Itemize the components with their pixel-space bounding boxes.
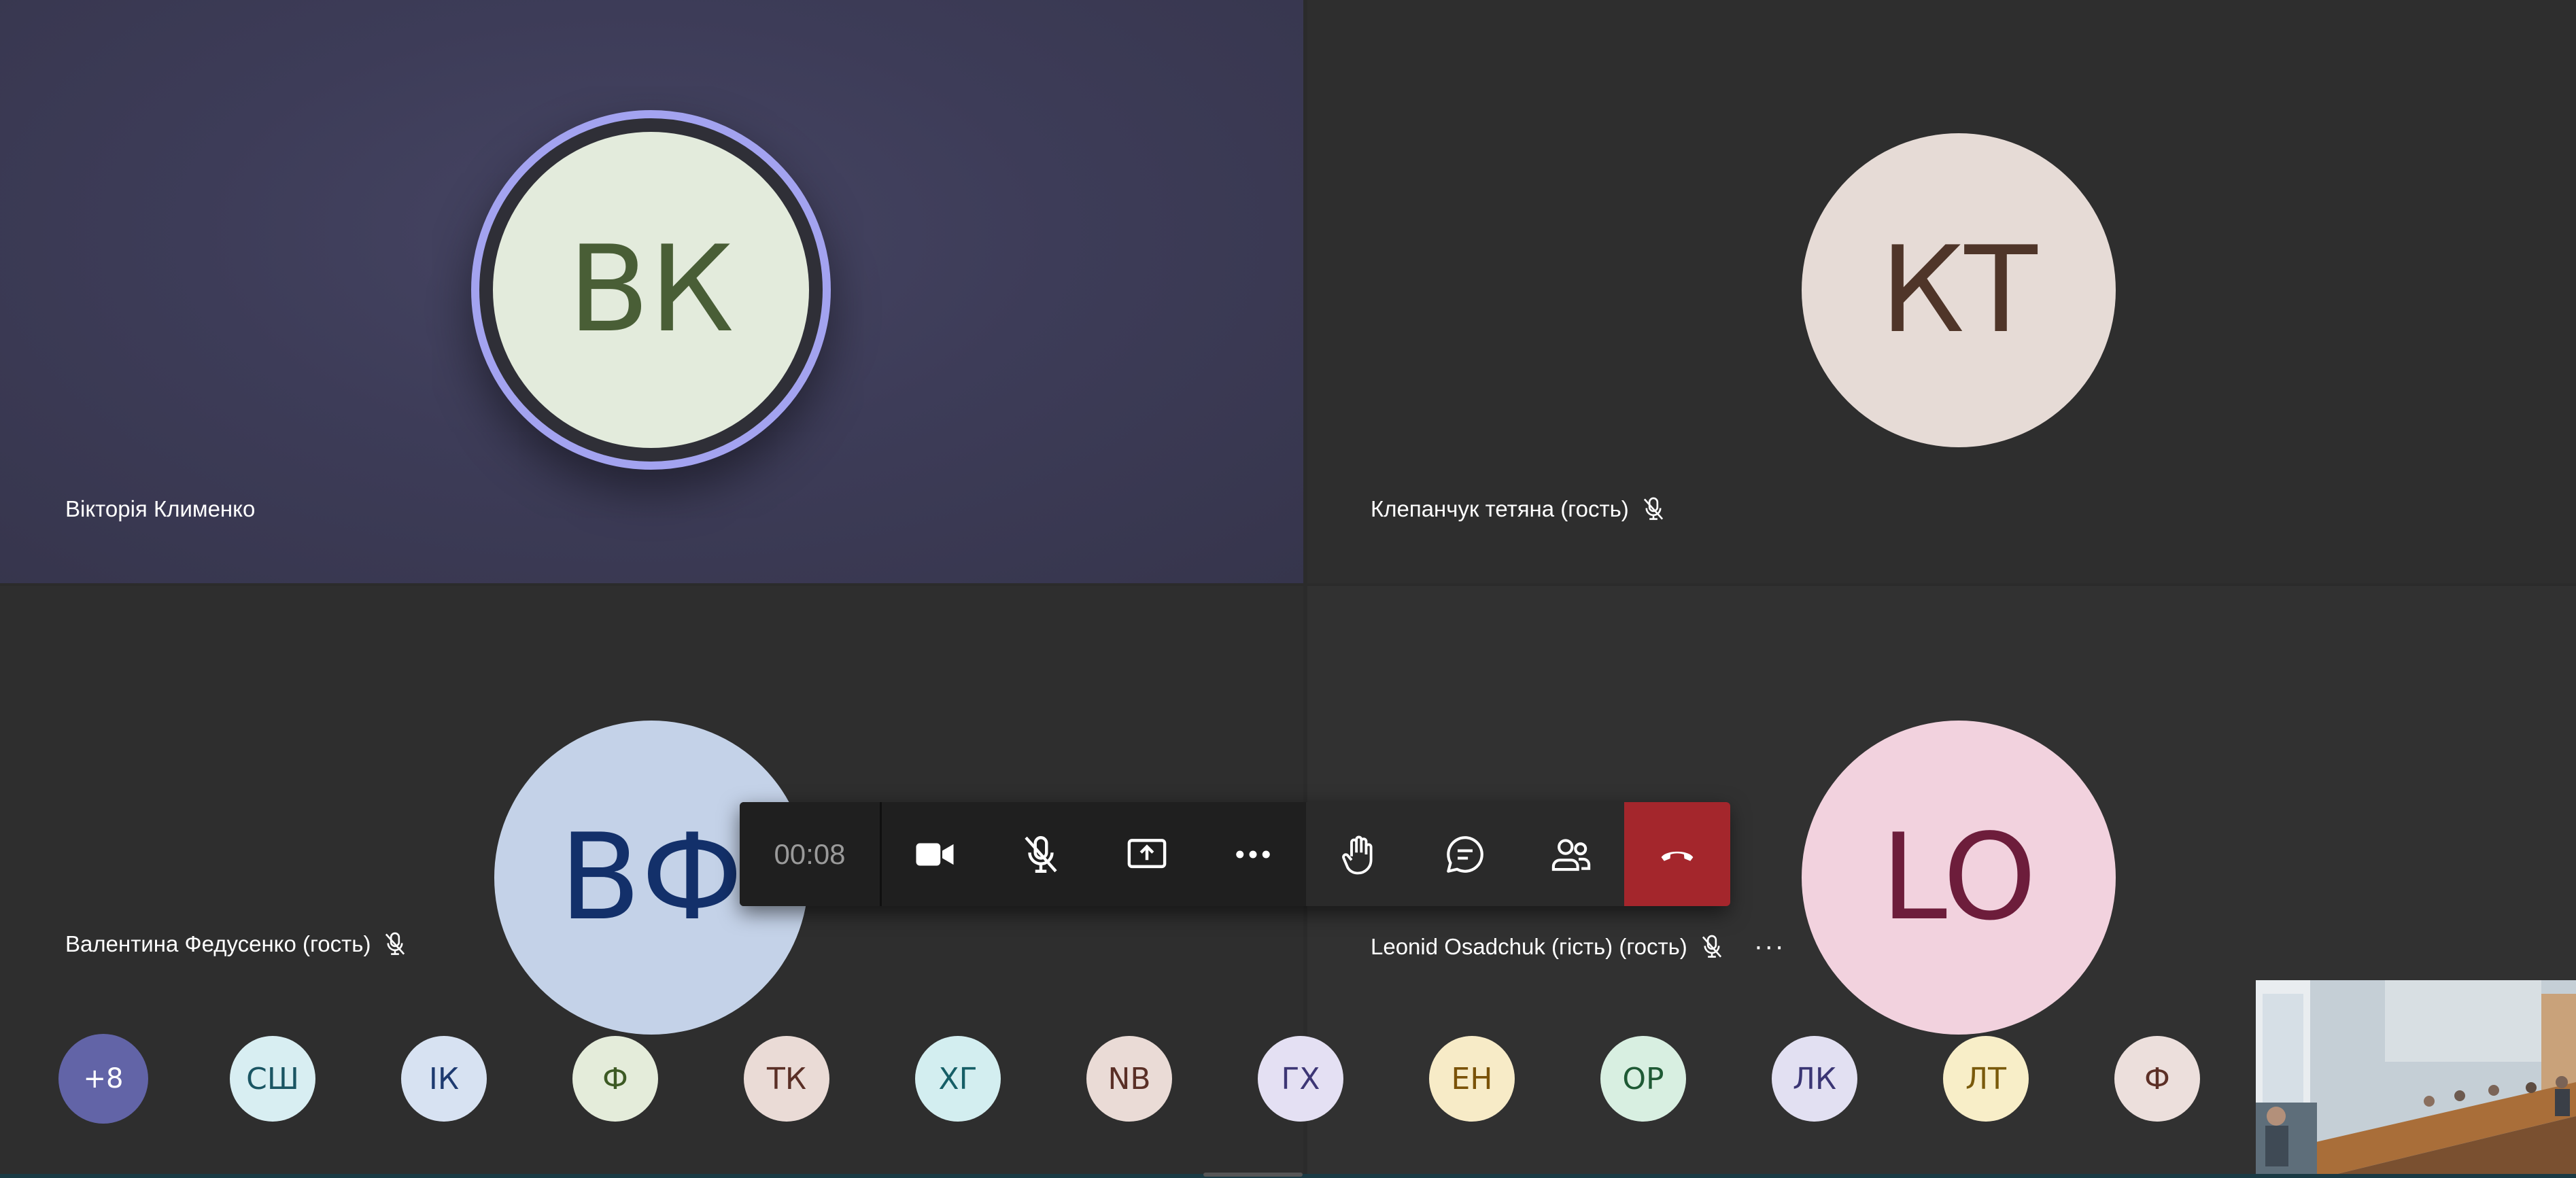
mic-button[interactable]	[988, 802, 1094, 906]
participant-avatar: ВК	[493, 132, 809, 448]
participant-name: Вікторія Клименко	[65, 496, 255, 522]
hang-up-button[interactable]	[1624, 802, 1730, 906]
participant-tile-2[interactable]: КТ Клепанчук тетяна (гость)	[1307, 0, 2576, 583]
timer-group: 00:08	[740, 802, 1306, 906]
participant-more-icon[interactable]: ···	[1754, 931, 1785, 962]
roster-avatar[interactable]: ЛТ	[1943, 1036, 2029, 1122]
roster-avatar[interactable]: ТК	[744, 1036, 829, 1122]
hang-up-icon	[1661, 851, 1694, 861]
roster-avatar[interactable]: ІК	[401, 1036, 487, 1122]
roster-avatar[interactable]: NB	[1086, 1036, 1172, 1122]
raise-hand-icon	[1342, 835, 1373, 874]
room-video-image	[2256, 980, 2576, 1174]
participant-avatar: LO	[1802, 721, 2116, 1035]
participant-avatar: КТ	[1802, 133, 2116, 447]
participant-name-label: Валентина Федусенко (гость)	[65, 931, 371, 956]
avatar-initials: ВФ	[559, 808, 744, 947]
meeting-stage: ВК Вікторія Клименко КТ Клепанчук тетяна…	[0, 0, 2576, 1178]
participant-name-label: Вікторія Клименко	[65, 496, 256, 521]
chat-icon	[1447, 835, 1483, 873]
roster-avatar[interactable]: ЕН	[1429, 1036, 1515, 1122]
participant-tile-1[interactable]: ВК Вікторія Клименко	[0, 0, 1303, 583]
camera-button[interactable]	[882, 802, 988, 906]
roster-avatar[interactable]: ХГ	[915, 1036, 1001, 1122]
roster-avatar[interactable]: ОР	[1600, 1036, 1686, 1122]
mic-off-icon	[1702, 935, 1721, 958]
avatar-initials: ВК	[568, 221, 734, 359]
participant-name: Клепанчук тетяна (гость)	[1371, 496, 1666, 522]
camera-icon	[916, 843, 954, 865]
roster-avatar[interactable]: ГХ	[1258, 1036, 1343, 1122]
more-actions-button[interactable]	[1200, 802, 1306, 906]
participant-name: Leonid Osadchuk (гість) (гость) ···	[1371, 931, 1785, 962]
people-icon	[1551, 838, 1591, 871]
share-screen-button[interactable]	[1094, 802, 1200, 906]
raise-hand-button[interactable]	[1306, 802, 1412, 906]
roster-avatar[interactable]: Ф	[572, 1036, 658, 1122]
mic-off-icon	[1025, 835, 1057, 873]
participant-name: Валентина Федусенко (гость)	[65, 931, 407, 957]
mic-off-icon	[1643, 497, 1663, 520]
scroll-indicator[interactable]	[1203, 1173, 1303, 1177]
chat-button[interactable]	[1412, 802, 1518, 906]
share-screen-icon	[1127, 838, 1167, 868]
more-participants-button[interactable]: +8	[58, 1034, 148, 1124]
self-view-video[interactable]	[2256, 980, 2576, 1174]
call-controls: 00:08	[740, 802, 1730, 906]
avatar-initials: LO	[1881, 808, 2037, 947]
mic-off-icon	[385, 932, 405, 955]
participants-button[interactable]	[1518, 802, 1624, 906]
participant-name-label: Leonid Osadchuk (гість) (гость)	[1371, 933, 1687, 959]
actions-group	[1306, 802, 1730, 906]
roster-avatar[interactable]: СШ	[230, 1036, 315, 1122]
participant-name-label: Клепанчук тетяна (гость)	[1371, 496, 1629, 521]
roster-avatar[interactable]: ЛК	[1772, 1036, 1857, 1122]
more-icon	[1236, 850, 1270, 858]
roster-avatar[interactable]: Ф	[2114, 1036, 2200, 1122]
call-timer: 00:08	[740, 802, 882, 906]
avatar-initials: КТ	[1880, 221, 2038, 360]
